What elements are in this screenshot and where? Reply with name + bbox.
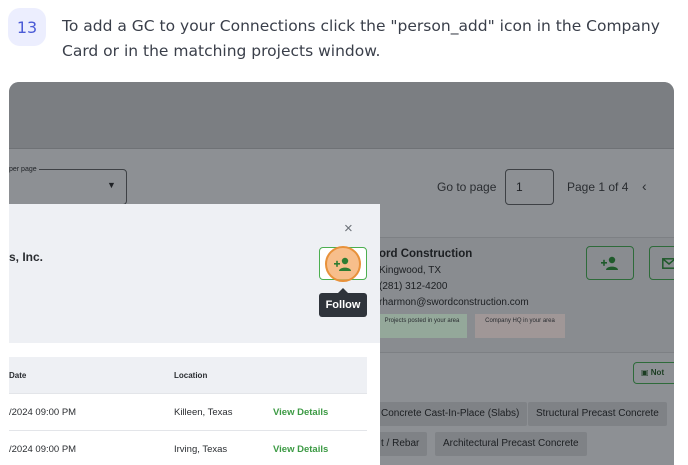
note-icon: ▣ <box>641 368 651 377</box>
trade-tag: t / Rebar <box>373 432 428 456</box>
column-header-date: Date <box>9 371 27 380</box>
modal-company-title: s, Inc. <box>9 250 44 264</box>
company-email[interactable]: rharmon@swordconstruction.com <box>379 297 529 308</box>
app-header <box>9 82 674 148</box>
row-location: Irving, Texas <box>174 444 228 455</box>
card-message-button[interactable] <box>649 246 674 280</box>
notes-button[interactable]: ▣ Not <box>633 362 674 384</box>
company-city: Kingwood, TX <box>379 265 442 276</box>
view-details-link[interactable]: View Details <box>273 407 328 418</box>
projects-in-area-badge: Projects posted in your area <box>377 314 467 338</box>
trade-tag: Architectural Precast Concrete <box>435 432 587 456</box>
person-add-icon <box>334 257 351 271</box>
row-date: /2024 09:00 PM <box>9 407 77 418</box>
page-indicator: Page 1 of 4 <box>567 180 629 194</box>
close-icon[interactable]: × <box>344 220 353 237</box>
row-divider <box>9 393 367 394</box>
trade-tag: Structural Precast Concrete <box>528 402 667 426</box>
company-phone: (281) 312-4200 <box>379 281 448 292</box>
row-date: /2024 09:00 PM <box>9 444 77 455</box>
goto-page-label: Go to page <box>437 180 497 194</box>
card-add-connection-button[interactable] <box>586 246 634 280</box>
row-location: Killeen, Texas <box>174 407 233 418</box>
person-add-icon <box>601 256 618 270</box>
mail-icon <box>662 257 674 269</box>
column-header-location: Location <box>174 371 208 380</box>
company-name: ord Construction <box>379 248 473 260</box>
step-instruction: To add a GC to your Connections click th… <box>62 17 660 60</box>
per-page-label: per page <box>9 166 39 173</box>
card-divider <box>368 352 674 353</box>
view-details-link[interactable]: View Details <box>273 444 328 455</box>
chevron-down-icon: ▼ <box>107 180 116 190</box>
row-divider <box>9 430 367 431</box>
step-number-badge: 13 <box>8 8 46 46</box>
goto-page-input[interactable]: 1 <box>505 169 554 205</box>
matching-projects-modal: × s, Inc. Follow Date Location /2024 09:… <box>9 204 380 465</box>
notes-label: Not <box>650 368 665 377</box>
screenshot-frame: per page ▼ Go to page 1 Page 1 of 4 ‹ or… <box>9 82 674 465</box>
follow-tooltip: Follow <box>319 293 367 317</box>
hq-in-area-badge: Company HQ in your area <box>475 314 565 338</box>
previous-page-icon[interactable]: ‹ <box>642 178 647 194</box>
click-highlight[interactable] <box>325 246 361 282</box>
trade-tag: Concrete Cast-In-Place (Slabs) <box>373 402 528 426</box>
